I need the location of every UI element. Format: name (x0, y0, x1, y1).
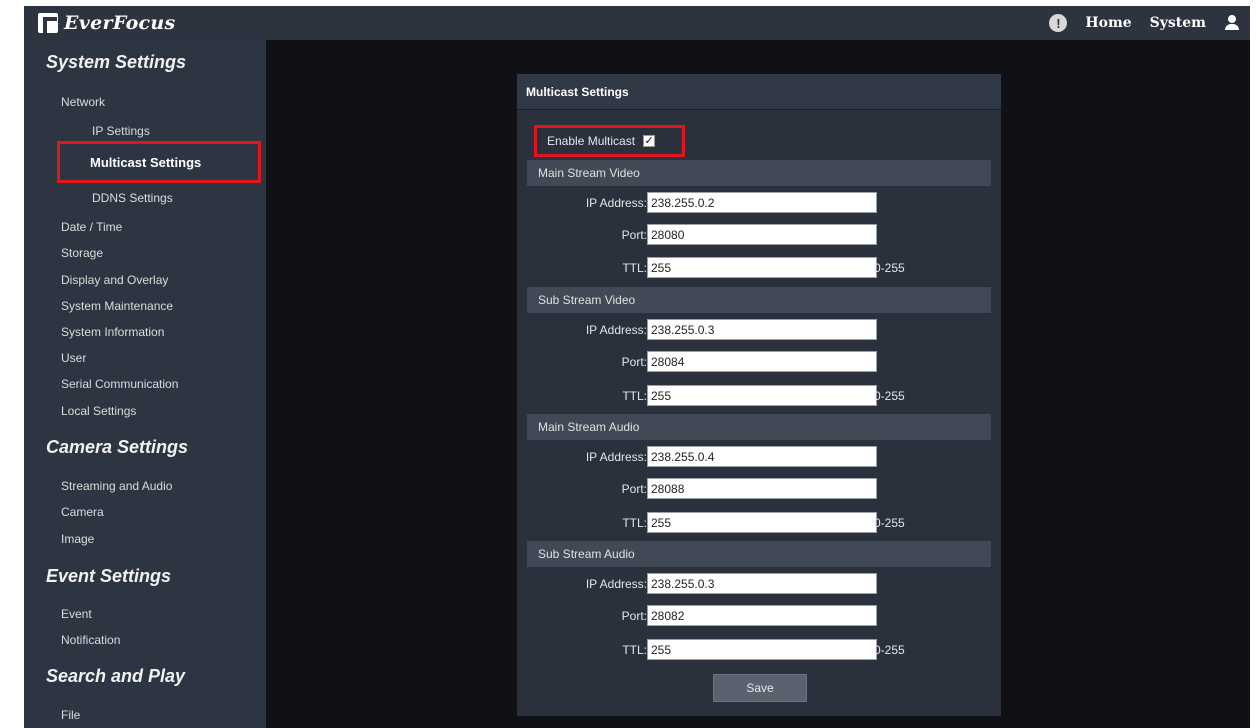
ttl-label: TTL: (622, 261, 647, 275)
sidebar-item-notification[interactable]: Notification (61, 633, 120, 647)
enable-multicast-toggle[interactable]: Enable Multicast ✓ (534, 125, 685, 157)
enable-multicast-checkbox[interactable]: ✓ (643, 135, 656, 147)
field-row: TTL: 0-255 (527, 385, 991, 407)
ttl-label: TTL: (622, 643, 647, 657)
enable-multicast-label: Enable Multicast (547, 134, 636, 148)
sidebar-item-system-maintenance[interactable]: System Maintenance (61, 299, 173, 313)
sidebar-item-file[interactable]: File (61, 708, 80, 722)
group-sub-stream-audio: Sub Stream Audio (527, 541, 991, 567)
field-row: IP Address: (527, 446, 991, 468)
sidebar-item-local-settings[interactable]: Local Settings (61, 404, 136, 418)
multicast-settings-panel: Multicast Settings Enable Multicast ✓ Ma… (517, 74, 1001, 716)
sidebar-item-ddns-settings[interactable]: DDNS Settings (92, 191, 173, 205)
port-label: Port: (621, 355, 647, 369)
sidebar-item-label: Multicast Settings (90, 154, 202, 170)
main-audio-ip-input[interactable] (647, 446, 877, 467)
alert-icon[interactable]: ! (1049, 14, 1068, 32)
save-button[interactable]: Save (713, 674, 807, 702)
sidebar-item-display-overlay[interactable]: Display and Overlay (61, 273, 168, 287)
group-sub-stream-video: Sub Stream Video (527, 287, 991, 313)
ip-address-label: IP Address: (585, 450, 647, 464)
ttl-range-hint: 0-255 (874, 643, 905, 657)
field-row: IP Address: (527, 319, 991, 341)
everfocus-logo-icon (38, 13, 58, 33)
sidebar-item-storage[interactable]: Storage (61, 246, 103, 260)
main-video-ip-input[interactable] (647, 192, 877, 213)
section-title-camera-settings[interactable]: Camera Settings (46, 437, 188, 458)
user-icon[interactable] (1224, 15, 1240, 31)
sidebar-item-ip-settings[interactable]: IP Settings (92, 124, 150, 138)
ip-address-label: IP Address: (585, 323, 647, 337)
group-main-stream-video: Main Stream Video (527, 160, 991, 186)
sidebar-item-event[interactable]: Event (61, 607, 92, 621)
sub-audio-ttl-input[interactable] (647, 639, 877, 660)
ip-address-label: IP Address: (585, 196, 647, 210)
sub-video-ttl-input[interactable] (647, 385, 877, 406)
sidebar-item-image[interactable]: Image (61, 532, 94, 546)
field-row: Port: (527, 224, 991, 246)
main-audio-port-input[interactable] (647, 478, 877, 499)
port-label: Port: (621, 609, 647, 623)
field-row: TTL: 0-255 (527, 512, 991, 534)
sidebar-item-date-time[interactable]: Date / Time (61, 220, 122, 234)
main-video-port-input[interactable] (647, 224, 877, 245)
sidebar-item-streaming-audio[interactable]: Streaming and Audio (61, 479, 172, 493)
top-nav: ! Home System (1049, 14, 1240, 32)
ttl-label: TTL: (622, 516, 647, 530)
brand-name: EverFocus (64, 12, 176, 34)
sub-video-ip-input[interactable] (647, 319, 877, 340)
sidebar-item-user[interactable]: User (61, 351, 86, 365)
ttl-range-hint: 0-255 (874, 261, 905, 275)
sub-audio-ip-input[interactable] (647, 573, 877, 594)
section-title-system-settings[interactable]: System Settings (46, 52, 186, 73)
section-title-event-settings[interactable]: Event Settings (46, 566, 171, 587)
port-label: Port: (621, 482, 647, 496)
top-bar: EverFocus ! Home System (24, 6, 1250, 40)
field-row: Port: (527, 605, 991, 627)
port-label: Port: (621, 228, 647, 242)
ttl-range-hint: 0-255 (874, 516, 905, 530)
system-link[interactable]: System (1150, 15, 1206, 31)
sidebar-item-system-information[interactable]: System Information (61, 325, 164, 339)
ttl-label: TTL: (622, 389, 647, 403)
home-link[interactable]: Home (1085, 15, 1131, 31)
field-row: Port: (527, 351, 991, 373)
sidebar-item-multicast-settings[interactable]: Multicast Settings (57, 141, 261, 183)
field-row: TTL: 0-255 (527, 639, 991, 661)
sidebar-item-serial-communication[interactable]: Serial Communication (61, 377, 178, 391)
sub-audio-port-input[interactable] (647, 605, 877, 626)
field-row: TTL: 0-255 (527, 257, 991, 279)
sub-video-port-input[interactable] (647, 351, 877, 372)
ttl-range-hint: 0-255 (874, 389, 905, 403)
field-row: Port: (527, 478, 991, 500)
main-audio-ttl-input[interactable] (647, 512, 877, 533)
main-video-ttl-input[interactable] (647, 257, 877, 278)
field-row: IP Address: (527, 573, 991, 595)
section-title-search-and-play[interactable]: Search and Play (46, 666, 185, 687)
sidebar: System Settings Network IP Settings Mult… (24, 40, 266, 728)
group-main-stream-audio: Main Stream Audio (527, 414, 991, 440)
field-row: IP Address: (527, 192, 991, 214)
sidebar-item-network[interactable]: Network (61, 95, 105, 109)
sidebar-item-camera[interactable]: Camera (61, 505, 104, 519)
ip-address-label: IP Address: (585, 577, 647, 591)
brand-logo[interactable]: EverFocus (38, 12, 176, 34)
panel-title: Multicast Settings (517, 74, 1001, 110)
